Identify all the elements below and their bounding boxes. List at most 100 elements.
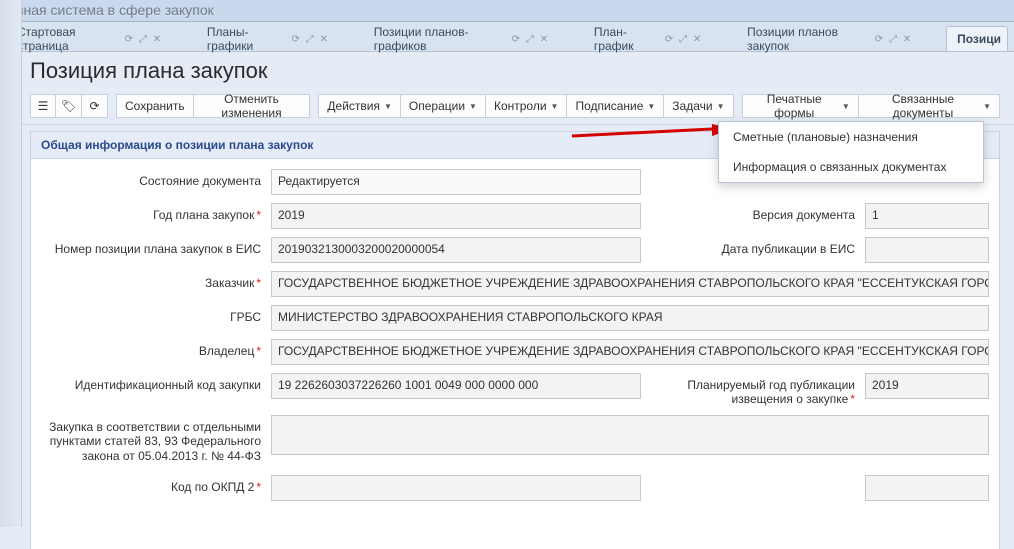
cancel-changes-button[interactable]: Отменить изменения [194,94,311,118]
refresh-icon[interactable]: ⟳ [123,33,135,45]
expand-icon[interactable]: ⤢ [887,33,899,45]
tasks-label: Задачи [672,99,712,113]
label-planyear: Планируемый год публикации извещения о з… [651,373,855,407]
actions-label: Действия [327,99,380,113]
save-button[interactable]: Сохранить [116,94,194,118]
tasks-dropdown[interactable]: Задачи ▼ [664,94,733,118]
print-forms-menu: Сметные (плановые) назначения Информация… [718,121,984,183]
field-year[interactable]: 2019 [271,203,641,229]
label-customer: Заказчик* [41,271,261,290]
expand-icon[interactable]: ⤢ [137,33,149,45]
label-grbs: ГРБС [41,305,261,324]
required-star: * [256,276,261,290]
related-docs-label: Связанные документы [867,92,979,120]
row-number: Номер позиции плана закупок в ЕИС 201903… [41,237,989,263]
refresh-icon-button[interactable]: ⟳ [82,94,108,118]
refresh-icon[interactable]: ⟳ [663,33,675,45]
toolbar-save-group: Сохранить Отменить изменения [116,94,310,118]
required-star: * [256,208,261,222]
row-owner: Владелец* ГОСУДАРСТВЕННОЕ БЮДЖЕТНОЕ УЧРЕ… [41,339,989,365]
row-grbs: ГРБС МИНИСТЕРСТВО ЗДРАВООХРАНЕНИЯ СТАВРО… [41,305,989,331]
menu-icon: ☰ [38,99,49,113]
cancel-label: Отменить изменения [202,92,302,120]
refresh-icon[interactable]: ⟳ [510,33,522,45]
toolbar-icon-group: ☰ 🏷 ⟳ [30,94,108,118]
left-collapsed-sidebar [0,0,22,527]
app-title-bar: онная система в сфере закупок [0,0,1014,22]
section-header-text: Общая информация о позиции плана закупок [41,138,313,152]
refresh-icon[interactable]: ⟳ [290,33,302,45]
menu-icon-button[interactable]: ☰ [30,94,56,118]
required-star: * [256,480,261,494]
tab-label: Планы-графики [207,25,280,53]
refresh-icon: ⟳ [89,99,99,113]
field-customer[interactable]: ГОСУДАРСТВЕННОЕ БЮДЖЕТНОЕ УЧРЕЖДЕНИЕ ЗДР… [271,271,989,297]
related-docs-dropdown[interactable]: Связанные документы ▼ [859,94,1000,118]
tab-label: Позиции планов-графиков [374,25,500,53]
tab-label: План-график [594,25,653,53]
operations-label: Операции [409,99,465,113]
chevron-down-icon: ▼ [983,102,991,111]
close-icon[interactable]: ✕ [691,33,703,45]
tab-label: Стартовая страница [17,25,113,53]
field-pubdate [865,237,989,263]
expand-icon[interactable]: ⤢ [677,33,689,45]
field-number: 2019032130003200020000054 [271,237,641,263]
row-customer: Заказчик* ГОСУДАРСТВЕННОЕ БЮДЖЕТНОЕ УЧРЕ… [41,271,989,297]
chevron-down-icon: ▼ [469,102,477,111]
close-icon[interactable]: ✕ [151,33,163,45]
label-year: Год плана закупок* [41,203,261,222]
menu-item-related-docs-info[interactable]: Информация о связанных документах [719,152,983,182]
label-pubdate: Дата публикации в ЕИС [651,237,855,256]
toolbar-actions-group: Действия ▼ Операции ▼ Контроли▼ Подписание… [318,94,733,118]
chevron-down-icon: ▼ [842,102,850,111]
tag-icon: 🏷 [61,99,76,113]
label-ikz: Идентификационный код закупки [41,373,261,392]
label-state: Состояние документа [41,169,261,188]
toolbar: ☰ 🏷 ⟳ Сохранить Отменить изменения Дейст… [0,90,1014,125]
tab-label: Позиции планов закупок [747,25,863,53]
expand-icon[interactable]: ⤢ [304,33,316,45]
operations-dropdown[interactable]: Операции ▼ [401,94,486,118]
row-ikz: Идентификационный код закупки 19 2262603… [41,373,989,407]
close-icon[interactable]: ✕ [901,33,913,45]
field-state: Редактируется [271,169,641,195]
row-law: Закупка в соответствии с отдельными пунк… [41,415,989,467]
row-okpd: Код по ОКПД 2* [41,475,989,501]
page-title-wrap: Позиция плана закупок [0,52,1014,90]
tab-schedule-positions[interactable]: Позиции планов-графиков ⟳ ⤢ ✕ [363,26,557,51]
tab-position-active[interactable]: Позици [946,26,1008,51]
form-area: Состояние документа Редактируется Год пл… [30,159,1000,549]
field-ikz: 19 2262603037226260 1001 0049 000 0000 0… [271,373,641,399]
signing-dropdown[interactable]: Подписание▼ [567,94,664,118]
close-icon[interactable]: ✕ [538,33,550,45]
app-title-text: онная система в сфере закупок [8,2,214,18]
tag-icon-button[interactable]: 🏷 [56,94,82,118]
label-version: Версия документа [651,203,855,222]
chevron-down-icon: ▼ [717,102,725,111]
label-law: Закупка в соответствии с отдельными пунк… [41,415,261,467]
field-owner[interactable]: ГОСУДАРСТВЕННОЕ БЮДЖЕТНОЕ УЧРЕЖДЕНИЕ ЗДР… [271,339,989,365]
save-label: Сохранить [125,99,185,113]
tab-plans-schedules[interactable]: Планы-графики ⟳ ⤢ ✕ [196,26,337,51]
expand-icon[interactable]: ⤢ [524,33,536,45]
tab-label: Позици [957,32,1001,46]
field-okpd[interactable] [271,475,641,501]
tabs-row: Стартовая страница ⟳ ⤢ ✕ Планы-графики ⟳… [0,22,1014,52]
field-okpd-aux[interactable] [865,475,989,501]
field-planyear[interactable]: 2019 [865,373,989,399]
refresh-icon[interactable]: ⟳ [873,33,885,45]
print-forms-dropdown[interactable]: Печатные формы▼ [742,94,859,118]
tab-start-page[interactable]: Стартовая страница ⟳ ⤢ ✕ [6,26,170,51]
toolbar-print-group: Печатные формы▼ Связанные документы ▼ [742,94,1000,118]
tab-plan-schedule[interactable]: План-график ⟳ ⤢ ✕ [583,26,710,51]
required-star: * [256,344,261,358]
close-icon[interactable]: ✕ [318,33,330,45]
menu-item-estimate-assignments[interactable]: Сметные (плановые) назначения [719,122,983,152]
tab-purchase-plan-positions[interactable]: Позиции планов закупок ⟳ ⤢ ✕ [736,26,920,51]
actions-dropdown[interactable]: Действия ▼ [318,94,401,118]
controls-dropdown[interactable]: Контроли▼ [486,94,568,118]
signing-label: Подписание [575,99,643,113]
field-law[interactable] [271,415,989,455]
chevron-down-icon: ▼ [384,102,392,111]
